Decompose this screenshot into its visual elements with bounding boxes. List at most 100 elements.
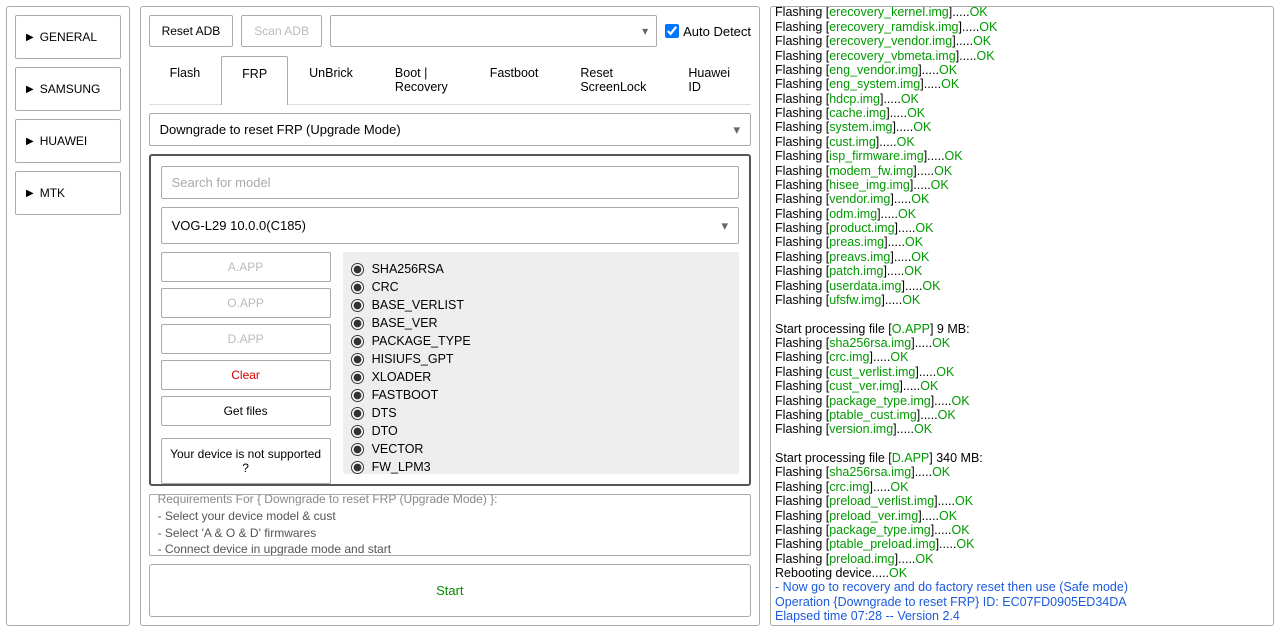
tabs: Flash FRP UnBrick Boot | Recovery Fastbo… [149,55,751,105]
partition-radio[interactable] [351,281,364,294]
get-files-button[interactable]: Get files [161,396,331,426]
partition-label: XLOADER [372,370,432,384]
left-column: A.APP O.APP D.APP Clear Get files Your d… [161,252,331,474]
partition-label: PACKAGE_TYPE [372,334,471,348]
log-line: Elapsed time 07:28 -- Version 2.4 [775,609,1269,623]
log-line: Start processing file [O.APP] 9 MB: [775,322,1269,336]
log-line: Flashing [erecovery_vbmeta.img].....OK [775,49,1269,63]
log-line: Flashing [package_type.img].....OK [775,394,1269,408]
partition-radio[interactable] [351,443,364,456]
log-line: Flashing [hisee_img.img].....OK [775,178,1269,192]
log-line: Rebooting device.....OK [775,566,1269,580]
sidebar-label: GENERAL [40,30,97,44]
log-line: Flashing [version.img].....OK [775,422,1269,436]
partition-item[interactable]: DTS [351,404,731,422]
partition-radio[interactable] [351,353,364,366]
sidebar-general[interactable]: ▶GENERAL [15,15,121,59]
log-line: Flashing [sha256rsa.img].....OK [775,465,1269,479]
sidebar-samsung[interactable]: ▶SAMSUNG [15,67,121,111]
partition-item[interactable]: CRC [351,278,731,296]
log-line: Flashing [package_type.img].....OK [775,523,1269,537]
log-line: Start processing file [D.APP] 340 MB: [775,451,1269,465]
log-blank [775,307,1269,321]
partition-radio[interactable] [351,371,364,384]
partition-list[interactable]: SHA256RSACRC BASE_VERLIST BASE_VER PACKAGE_… [343,252,739,474]
sidebar-huawei[interactable]: ▶HUAWEI [15,119,121,163]
partition-item[interactable]: BASE_VERLIST [351,296,731,314]
partition-label: BASE_VERLIST [372,298,464,312]
sidebar-label: HUAWEI [40,134,88,148]
device-combo[interactable] [330,15,657,47]
partition-item[interactable]: BASE_VER [351,314,731,332]
log-line: Flashing [eng_system.img].....OK [775,77,1269,91]
toolbar: Reset ADB Scan ADB Auto Detect [149,15,751,47]
a-app-button[interactable]: A.APP [161,252,331,282]
tab-reset-screenlock[interactable]: Reset ScreenLock [559,55,667,104]
partition-item[interactable]: SHA256RSA [351,260,731,278]
caret-right-icon: ▶ [26,84,34,95]
partition-label: BASE_VER [372,316,438,330]
partition-radio[interactable] [351,335,364,348]
partition-item[interactable]: FW_LPM3 [351,458,731,474]
not-supported-button[interactable]: Your device is not supported ? [161,438,331,484]
log-line: Flashing [erecovery_ramdisk.img].....OK [775,20,1269,34]
partition-radio[interactable] [351,425,364,438]
search-input[interactable]: Search for model [161,166,739,199]
auto-detect-checkbox[interactable]: Auto Detect [665,24,751,39]
tab-huawei-id[interactable]: Huawei ID [667,55,751,104]
clear-button[interactable]: Clear [161,360,331,390]
log-line: Flashing [modem_fw.img].....OK [775,164,1269,178]
log-line: - Now go to recovery and do factory rese… [775,580,1269,594]
log-panel[interactable]: Flashing [recovery_vbmeta.img].....OKFla… [770,6,1274,626]
inner-panel: Search for model VOG-L29 10.0.0(C185) A.… [149,154,751,486]
log-line: Flashing [product.img].....OK [775,221,1269,235]
partition-item[interactable]: HISIUFS_GPT [351,350,731,368]
log-line: Flashing [cache.img].....OK [775,106,1269,120]
auto-detect-input[interactable] [665,24,679,38]
log-line: Flashing [preload_verlist.img].....OK [775,494,1269,508]
tab-frp[interactable]: FRP [221,56,288,105]
log-line: Flashing [odm.img].....OK [775,207,1269,221]
auto-detect-label: Auto Detect [683,24,751,39]
log-line: Flashing [hdcp.img].....OK [775,92,1269,106]
log-line: Flashing [crc.img].....OK [775,350,1269,364]
log-line: Flashing [crc.img].....OK [775,480,1269,494]
partition-radio[interactable] [351,407,364,420]
tab-flash[interactable]: Flash [149,55,222,104]
log-line: Flashing [vendor.img].....OK [775,192,1269,206]
partition-radio[interactable] [351,389,364,402]
partition-item[interactable]: VECTOR [351,440,731,458]
req-line: Requirements For { Downgrade to reset FR… [158,494,742,508]
d-app-button[interactable]: D.APP [161,324,331,354]
model-combo[interactable]: VOG-L29 10.0.0(C185) [161,207,739,244]
log-line: Flashing [erecovery_vendor.img].....OK [775,34,1269,48]
partition-radio[interactable] [351,461,364,474]
partition-item[interactable]: XLOADER [351,368,731,386]
log-line: Flashing [isp_firmware.img].....OK [775,149,1269,163]
partition-item[interactable]: DTO [351,422,731,440]
center-panel: Reset ADB Scan ADB Auto Detect Flash FRP… [140,6,760,626]
partition-label: DTS [372,406,397,420]
start-button[interactable]: Start [149,564,751,617]
reset-adb-button[interactable]: Reset ADB [149,15,234,47]
log-line: Flashing [cust_verlist.img].....OK [775,365,1269,379]
partition-radio[interactable] [351,263,364,276]
log-line: Flashing [system.img].....OK [775,120,1269,134]
log-line: Flashing [erecovery_kernel.img].....OK [775,6,1269,20]
tab-unbrick[interactable]: UnBrick [288,55,374,104]
mode-combo[interactable]: Downgrade to reset FRP (Upgrade Mode) [149,113,751,146]
log-line: Operation {Downgrade to reset FRP} ID: E… [775,595,1269,609]
o-app-button[interactable]: O.APP [161,288,331,318]
log-line: Flashing [sha256rsa.img].....OK [775,336,1269,350]
sidebar: ▶GENERAL ▶SAMSUNG ▶HUAWEI ▶MTK [6,6,130,626]
sidebar-mtk[interactable]: ▶MTK [15,171,121,215]
partition-radio[interactable] [351,317,364,330]
partition-radio[interactable] [351,299,364,312]
partition-item[interactable]: PACKAGE_TYPE [351,332,731,350]
partition-item[interactable]: FASTBOOT [351,386,731,404]
partition-label: FASTBOOT [372,388,439,402]
tab-fastboot[interactable]: Fastboot [469,55,560,104]
scan-adb-button[interactable]: Scan ADB [241,15,322,47]
tab-boot-recovery[interactable]: Boot | Recovery [374,55,469,104]
log-blank [775,437,1269,451]
